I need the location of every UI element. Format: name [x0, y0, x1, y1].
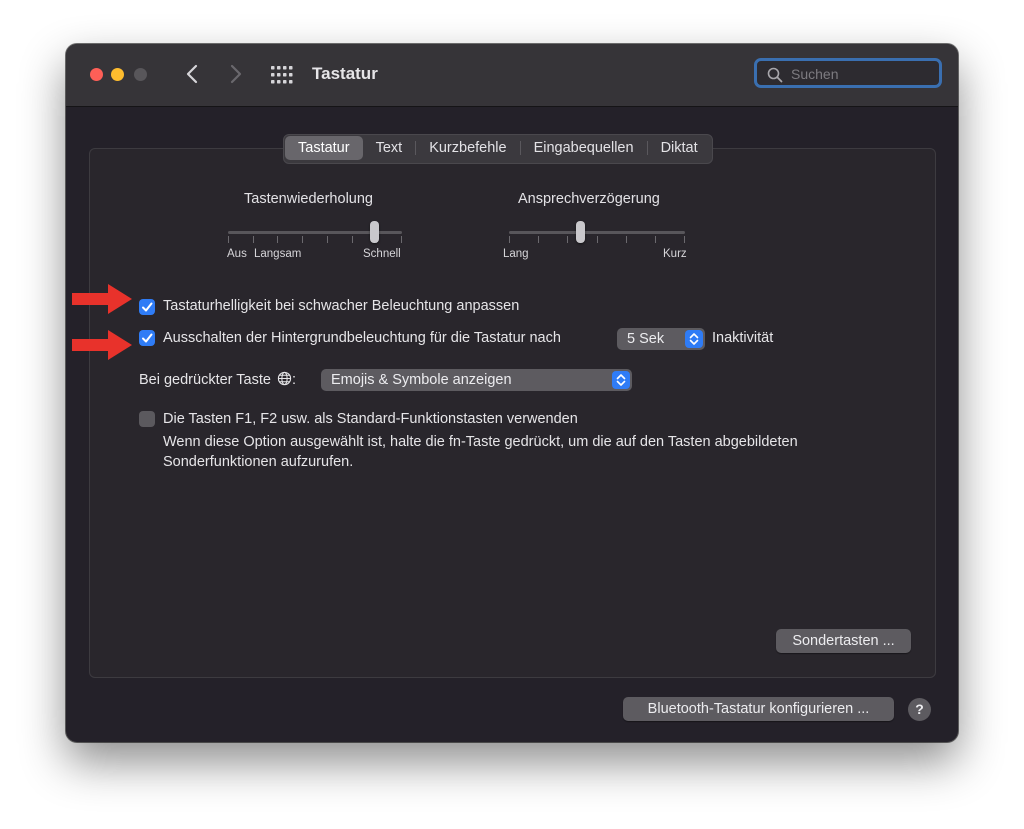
key-repeat-slider[interactable]	[228, 218, 402, 248]
stepper-icon	[612, 371, 630, 389]
adjust-brightness-checkbox[interactable]	[139, 299, 155, 315]
tick-label-kurz: Kurz	[663, 248, 687, 260]
delay-until-repeat-slider[interactable]	[509, 218, 685, 248]
slider-knob[interactable]	[576, 221, 585, 243]
slider-knob[interactable]	[370, 221, 379, 243]
globe-key-label: Bei gedrückter Taste :	[139, 371, 296, 388]
key-repeat-label: Tastenwiederholung	[244, 191, 373, 207]
stepper-icon	[685, 330, 703, 348]
slider-tick	[302, 236, 303, 243]
tick-label-lang: Lang	[503, 248, 529, 260]
checkmark-icon	[142, 302, 153, 312]
search-icon	[767, 67, 783, 83]
tab-tastatur[interactable]: Tastatur	[285, 136, 363, 160]
slider-tick	[567, 236, 568, 243]
title-bar: Tastatur	[66, 44, 958, 107]
globe-icon	[277, 371, 292, 386]
back-button[interactable]	[179, 60, 205, 88]
globe-key-label-text: Bei gedrückter Taste	[139, 372, 271, 388]
window-title: Tastatur	[312, 64, 378, 83]
tick-label-aus: Aus	[227, 248, 247, 260]
inactivity-label: Inaktivität	[712, 330, 774, 346]
annotation-arrow-icon	[72, 284, 132, 314]
slider-tick	[684, 236, 685, 243]
slider-tick	[401, 236, 402, 243]
slider-tick	[626, 236, 627, 243]
tab-bar: Tastatur Text Kurzbefehle Eingabequellen…	[283, 134, 713, 164]
backlight-off-label: Ausschalten der Hintergrundbeleuchtung f…	[163, 330, 561, 346]
tab-diktat[interactable]: Diktat	[648, 136, 711, 160]
tick-label-langsam: Langsam	[254, 248, 302, 260]
slider-tick	[277, 236, 278, 243]
backlight-timeout-popup[interactable]: 5 Sek	[617, 328, 705, 350]
function-keys-description-line-1: Wenn diese Option ausgewählt ist, halte …	[163, 434, 798, 450]
tick-label-schnell: Schnell	[363, 248, 401, 260]
backlight-off-checkbox[interactable]	[139, 330, 155, 346]
function-keys-description-line-2: Sonderfunktionen aufzurufen.	[163, 454, 354, 470]
show-all-grid-icon[interactable]	[271, 66, 293, 84]
tab-text[interactable]: Text	[363, 136, 416, 160]
globe-key-action-popup[interactable]: Emojis & Symbole anzeigen	[321, 369, 632, 391]
delay-until-repeat-label: Ansprechverzögerung	[518, 191, 660, 207]
forward-button[interactable]	[223, 60, 249, 88]
close-window-button[interactable]	[90, 68, 103, 81]
chevron-left-icon	[186, 64, 198, 84]
tab-kurzbefehle[interactable]: Kurzbefehle	[416, 136, 519, 160]
minimize-window-button[interactable]	[111, 68, 124, 81]
globe-key-action-value: Emojis & Symbole anzeigen	[331, 372, 512, 388]
annotation-arrow-icon	[72, 330, 132, 360]
function-keys-checkbox[interactable]	[139, 411, 155, 427]
slider-tick	[538, 236, 539, 243]
slider-tick	[327, 236, 328, 243]
adjust-brightness-label: Tastaturhelligkeit bei schwacher Beleuch…	[163, 298, 520, 314]
search-field[interactable]	[754, 58, 942, 88]
bluetooth-keyboard-button[interactable]: Bluetooth-Tastatur konfigurieren ...	[623, 697, 894, 721]
slider-tick	[597, 236, 598, 243]
slider-track	[509, 231, 685, 234]
chevron-right-icon	[230, 64, 242, 84]
tab-eingabequellen[interactable]: Eingabequellen	[521, 136, 647, 160]
slider-tick	[253, 236, 254, 243]
help-button[interactable]: ?	[908, 698, 931, 721]
preferences-window: Tastatur Tastatur Text Kurzbefehle Einga…	[66, 44, 958, 742]
zoom-window-button[interactable]	[134, 68, 147, 81]
slider-tick	[352, 236, 353, 243]
function-keys-label: Die Tasten F1, F2 usw. als Standard-Funk…	[163, 411, 578, 427]
backlight-timeout-value: 5 Sek	[627, 331, 665, 347]
slider-tick	[228, 236, 229, 243]
checkmark-icon	[142, 333, 153, 343]
search-input[interactable]	[791, 64, 931, 83]
modifier-keys-button[interactable]: Sondertasten ...	[776, 629, 911, 653]
globe-key-colon: :	[291, 372, 296, 388]
slider-tick	[655, 236, 656, 243]
slider-tick	[509, 236, 510, 243]
